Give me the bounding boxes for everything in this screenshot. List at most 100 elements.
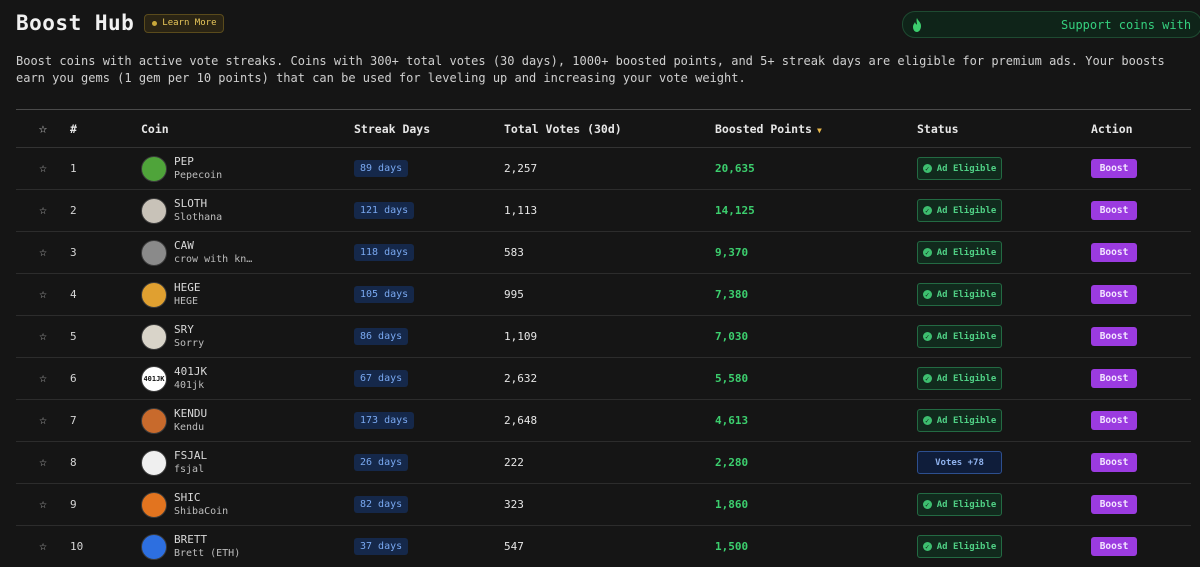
boost-button[interactable]: Boost [1091,537,1137,556]
coin-cell[interactable]: 401JK 401JK 401jk [141,365,354,393]
streak-badge: 89 days [354,160,409,177]
status-badge: ✓ Ad Eligible [917,367,1002,390]
status-label: Ad Eligible [936,289,997,300]
coin-symbol: BRETT [174,532,208,546]
coin-cell[interactable]: BRETT Brett (ETH) [141,533,354,561]
boost-button[interactable]: Boost [1091,453,1137,472]
boosted-points-cell: 4,613 [715,414,749,427]
rank-cell: 5 [70,330,77,343]
boost-button[interactable]: Boost [1091,327,1137,346]
boosted-points-cell: 7,030 [715,330,749,343]
star-icon[interactable]: ☆ [39,371,47,386]
boosted-points-cell: 5,580 [715,372,749,385]
star-icon[interactable]: ☆ [39,497,47,512]
boost-button[interactable]: Boost [1091,201,1137,220]
total-votes-cell: 2,632 [504,372,538,385]
status-label: Ad Eligible [936,499,997,510]
streak-badge: 82 days [354,496,409,513]
coin-avatar [141,323,167,350]
page-title: Boost Hub [16,11,135,35]
total-votes-cell: 1,109 [504,330,538,343]
coin-avatar [141,239,167,266]
coin-cell[interactable]: PEP Pepecoin [141,155,354,183]
col-total-votes: Total Votes (30d) [504,121,622,136]
total-votes-cell: 583 [504,246,524,259]
streak-badge: 105 days [354,286,415,303]
total-votes-cell: 323 [504,498,524,511]
table-row: ☆ 10 BRETT Brett (ETH) 37 days 547 1,500 ✓ Ad El… [16,526,1191,567]
col-status: Status [917,121,959,136]
star-icon[interactable]: ☆ [39,413,47,428]
coin-symbol: SHIC [174,490,201,504]
coin-avatar [141,281,167,308]
coin-cell[interactable]: HEGE HEGE [141,281,354,309]
support-coins-banner[interactable]: Support coins with [902,11,1200,38]
boost-description: Boost coins with active vote streaks. Co… [16,54,1165,85]
rank-cell: 9 [70,498,77,511]
boosted-points-cell: 14,125 [715,204,755,217]
col-boosted-points[interactable]: Boosted Points ▼ [715,122,917,136]
boost-button[interactable]: Boost [1091,369,1137,388]
col-coin: Coin [141,121,169,136]
coin-avatar [141,449,167,476]
table-row: ☆ 8 FSJAL fsjal 26 days 222 2,280 Votes +78 Boos… [16,442,1191,484]
coin-name: 401jk [174,379,205,391]
status-label: Ad Eligible [936,541,997,552]
star-icon[interactable]: ☆ [39,161,47,176]
coin-cell[interactable]: CAW crow with kn… [141,239,354,267]
col-rank: # [70,121,77,136]
boosted-points-cell: 2,280 [715,456,749,469]
dot-icon [152,20,158,26]
star-icon[interactable]: ☆ [39,203,47,218]
status-label: Ad Eligible [936,373,997,384]
status-badge: ✓ Ad Eligible [917,325,1002,348]
support-coins-label: Support coins with [1061,17,1192,32]
coin-avatar [141,491,167,518]
star-icon[interactable]: ☆ [39,329,47,344]
boosted-points-cell: 1,860 [715,498,749,511]
table-header: ☆ # Coin Streak Days Total Votes (30d) B… [16,110,1191,148]
boost-button[interactable]: Boost [1091,411,1137,430]
star-icon[interactable]: ☆ [39,455,47,470]
status-badge: ✓ Ad Eligible [917,199,1002,222]
col-streak-days: Streak Days [354,121,431,136]
coin-cell[interactable]: SLOTH Slothana [141,197,354,225]
check-icon: ✓ [922,290,932,299]
star-icon[interactable]: ☆ [39,245,47,260]
col-boosted-points-label: Boosted Points [715,121,812,136]
boosted-points-cell: 20,635 [715,162,755,175]
coin-cell[interactable]: SRY Sorry [141,323,354,351]
coin-name: Brett (ETH) [174,547,241,559]
total-votes-cell: 222 [504,456,524,469]
page-header: Boost Hub Learn More [16,11,225,35]
star-icon[interactable]: ☆ [39,121,47,137]
status-label: Ad Eligible [936,415,997,426]
total-votes-cell: 2,648 [504,414,538,427]
coin-name: ShibaCoin [174,505,229,517]
status-label: Ad Eligible [936,205,997,216]
boost-button[interactable]: Boost [1091,495,1137,514]
learn-more-button[interactable]: Learn More [144,13,225,33]
boost-button[interactable]: Boost [1091,285,1137,304]
coin-cell[interactable]: SHIC ShibaCoin [141,491,354,519]
boost-button[interactable]: Boost [1091,159,1137,178]
table-row: ☆ 2 SLOTH Slothana 121 days 1,113 14,125 ✓ Ad El… [16,190,1191,232]
boost-button[interactable]: Boost [1091,243,1137,262]
star-icon[interactable]: ☆ [39,287,47,302]
total-votes-cell: 1,113 [504,204,538,217]
streak-badge: 67 days [354,370,409,387]
coin-avatar: 401JK [141,365,167,392]
coin-name: crow with kn… [174,253,253,265]
streak-badge: 86 days [354,328,409,345]
table-row: ☆ 4 HEGE HEGE 105 days 995 7,380 ✓ Ad Eligible Bo… [16,274,1191,316]
star-icon[interactable]: ☆ [39,539,47,554]
check-icon: ✓ [922,416,932,425]
coin-cell[interactable]: KENDU Kendu [141,407,354,435]
rank-cell: 8 [70,456,77,469]
total-votes-cell: 995 [504,288,524,301]
rank-cell: 6 [70,372,77,385]
coin-cell[interactable]: FSJAL fsjal [141,449,354,477]
check-icon: ✓ [922,500,932,509]
coin-name: Sorry [174,337,205,349]
coin-name: Kendu [174,421,205,433]
